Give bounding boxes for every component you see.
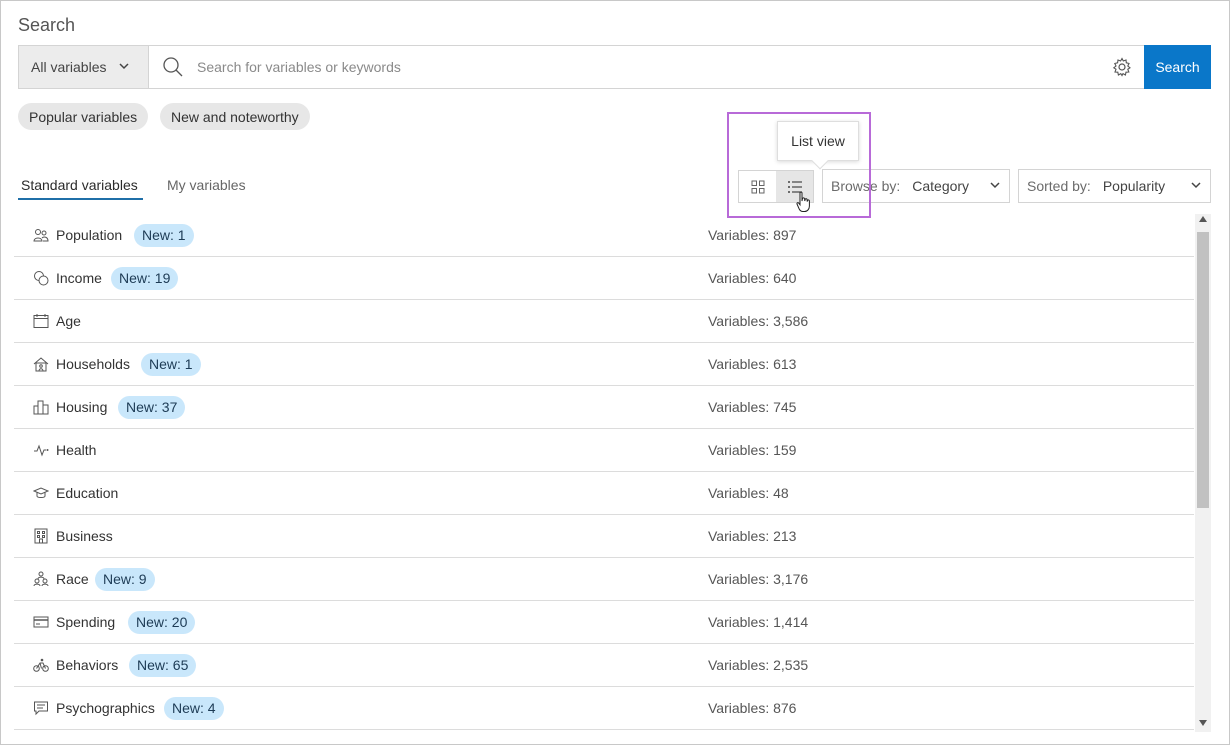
sorted-by-select[interactable]: Sorted by: Popularity — [1018, 169, 1211, 203]
variable-count: Variables: 2,535 — [708, 657, 808, 673]
search-input[interactable] — [197, 46, 1100, 88]
category-name: Race — [56, 571, 89, 587]
search-bar: All variables Search — [18, 45, 1211, 89]
category-row[interactable]: Households New: 1 Variables: 613 — [14, 343, 1194, 386]
chip-new-and-noteworthy[interactable]: New and noteworthy — [160, 103, 310, 130]
variable-count: Variables: 613 — [708, 356, 796, 372]
category-name: Education — [56, 485, 118, 501]
search-button[interactable]: Search — [1144, 45, 1211, 89]
category-row[interactable]: Population New: 1 Variables: 897 — [14, 214, 1194, 257]
scroll-up-icon[interactable] — [1199, 216, 1207, 222]
scroll-down-icon[interactable] — [1199, 720, 1207, 726]
health-icon — [32, 441, 50, 459]
category-name: Behaviors — [56, 657, 118, 673]
spending-icon — [32, 613, 50, 631]
new-count-badge: New: 1 — [141, 353, 201, 376]
chevron-down-icon — [989, 178, 1001, 194]
category-name: Spending — [56, 614, 115, 630]
category-name: Population — [56, 227, 122, 243]
new-count-badge: New: 20 — [128, 611, 195, 634]
category-list: Population New: 1 Variables: 897 Income New:… — [14, 214, 1194, 730]
page-title: Search — [18, 15, 75, 36]
category-row[interactable]: Race New: 9 Variables: 3,176 — [14, 558, 1194, 601]
search-icon — [149, 46, 197, 88]
variable-count: Variables: 640 — [708, 270, 796, 286]
variable-count: Variables: 1,414 — [708, 614, 808, 630]
scrollbar-thumb[interactable] — [1197, 232, 1209, 508]
search-scope-dropdown[interactable]: All variables — [19, 46, 149, 88]
chip-popular-variables[interactable]: Popular variables — [18, 103, 148, 130]
behaviors-icon — [32, 656, 50, 674]
active-tab-indicator — [18, 198, 143, 200]
chevron-down-icon — [118, 59, 130, 75]
category-row[interactable]: Spending New: 20 Variables: 1,414 — [14, 601, 1194, 644]
housing-icon — [32, 398, 50, 416]
chevron-down-icon — [1190, 178, 1202, 194]
variable-count: Variables: 745 — [708, 399, 796, 415]
households-icon — [32, 355, 50, 373]
category-name: Households — [56, 356, 130, 372]
category-name: Business — [56, 528, 113, 544]
category-name: Age — [56, 313, 81, 329]
income-icon — [32, 269, 50, 287]
new-count-badge: New: 37 — [118, 396, 185, 419]
category-name: Psychographics — [56, 700, 155, 716]
variable-count: Variables: 159 — [708, 442, 796, 458]
new-count-badge: New: 19 — [111, 267, 178, 290]
race-icon — [32, 570, 50, 588]
new-count-badge: New: 4 — [164, 697, 224, 720]
new-count-badge: New: 1 — [134, 224, 194, 247]
business-icon — [32, 527, 50, 545]
new-count-badge: New: 9 — [95, 568, 155, 591]
category-row[interactable]: Business Variables: 213 — [14, 515, 1194, 558]
browse-by-value: Category — [912, 178, 969, 194]
tab-my-variables[interactable]: My variables — [167, 177, 246, 193]
category-row[interactable]: Education Variables: 48 — [14, 472, 1194, 515]
category-row[interactable]: Income New: 19 Variables: 640 — [14, 257, 1194, 300]
variable-count: Variables: 48 — [708, 485, 789, 501]
sorted-by-label: Sorted by: — [1027, 178, 1091, 194]
psychographics-icon — [32, 699, 50, 717]
new-count-badge: New: 65 — [129, 654, 196, 677]
variable-count: Variables: 3,586 — [708, 313, 808, 329]
gear-icon[interactable] — [1100, 46, 1144, 88]
category-name: Housing — [56, 399, 107, 415]
category-row[interactable]: Psychographics New: 4 Variables: 876 — [14, 687, 1194, 730]
variable-count: Variables: 3,176 — [708, 571, 808, 587]
age-icon — [32, 312, 50, 330]
category-row[interactable]: Behaviors New: 65 Variables: 2,535 — [14, 644, 1194, 687]
sorted-by-value: Popularity — [1103, 178, 1165, 194]
population-icon — [32, 226, 50, 244]
category-row[interactable]: Health Variables: 159 — [14, 429, 1194, 472]
category-name: Health — [56, 442, 96, 458]
variable-count: Variables: 213 — [708, 528, 796, 544]
variable-count: Variables: 897 — [708, 227, 796, 243]
tab-standard-variables[interactable]: Standard variables — [21, 177, 138, 193]
category-row[interactable]: Age Variables: 3,586 — [14, 300, 1194, 343]
category-name: Income — [56, 270, 102, 286]
category-row[interactable]: Housing New: 37 Variables: 745 — [14, 386, 1194, 429]
search-scope-label: All variables — [31, 59, 106, 75]
education-icon — [32, 484, 50, 502]
variable-count: Variables: 876 — [708, 700, 796, 716]
